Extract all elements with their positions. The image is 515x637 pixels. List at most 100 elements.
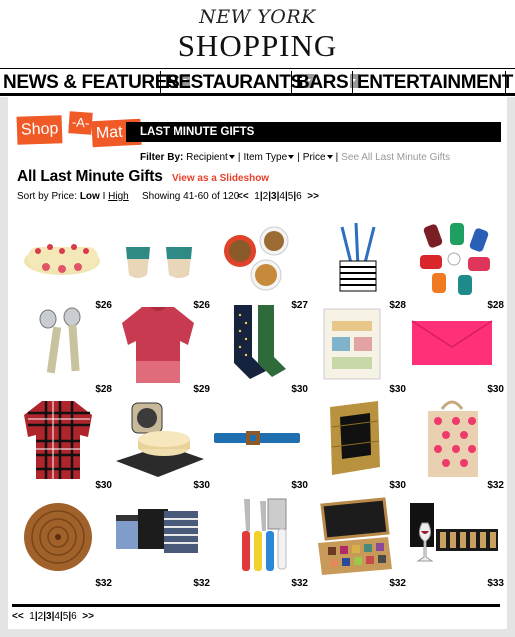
product-image bbox=[24, 401, 92, 479]
see-all-link[interactable]: See All Last Minute Gifts bbox=[341, 152, 450, 163]
product-tile[interactable]: $26 bbox=[112, 217, 210, 311]
product-price: $29 bbox=[193, 384, 210, 395]
pagination-bottom: << 1|2|3|4|5|6 >> bbox=[12, 611, 94, 622]
sort-separator: I bbox=[102, 191, 106, 202]
next-page-button[interactable]: >> bbox=[307, 191, 319, 202]
filter-price[interactable]: Price bbox=[303, 152, 333, 163]
nav-item-label: RESTAURANTS bbox=[165, 72, 303, 93]
product-tile[interactable]: $32 bbox=[112, 495, 210, 589]
page-link[interactable]: 5 bbox=[288, 191, 294, 202]
pagination-top: << 1|2|3|4|5|6 >> bbox=[237, 191, 319, 202]
product-price: $30 bbox=[291, 384, 308, 395]
product-tile[interactable]: $29 bbox=[112, 301, 210, 395]
product-image bbox=[411, 320, 493, 365]
product-price: $30 bbox=[389, 480, 406, 491]
nav-divider bbox=[352, 71, 353, 93]
product-price: $32 bbox=[95, 578, 112, 589]
prev-page-button[interactable]: << bbox=[12, 611, 24, 622]
product-tile[interactable]: $30 bbox=[14, 397, 112, 491]
sort-label: Sort by Price: bbox=[17, 191, 78, 202]
product-tile[interactable]: $30 bbox=[308, 301, 406, 395]
filter-recipient[interactable]: Recipient bbox=[186, 152, 235, 163]
product-image bbox=[330, 401, 380, 475]
logo-part: Shop bbox=[16, 115, 63, 145]
product-price: $28 bbox=[95, 384, 112, 395]
dropdown-icon bbox=[326, 155, 333, 160]
section-banner: LAST MINUTE GIFTS bbox=[126, 122, 501, 142]
product-tile[interactable]: $33 bbox=[406, 495, 504, 589]
product-image bbox=[234, 305, 286, 379]
next-page-button[interactable]: >> bbox=[82, 611, 94, 622]
product-tile[interactable]: $32 bbox=[308, 495, 406, 589]
nav-item-news-features[interactable]: NEWS & FEATURES bbox=[3, 72, 191, 93]
product-image bbox=[126, 247, 192, 278]
sort-high[interactable]: High bbox=[108, 191, 129, 202]
product-image bbox=[339, 222, 377, 292]
product-price: $32 bbox=[389, 578, 406, 589]
dropdown-icon bbox=[288, 155, 295, 160]
filter-option-label: Price bbox=[302, 152, 326, 163]
product-tile[interactable]: $30 bbox=[210, 301, 308, 395]
product-image bbox=[24, 244, 100, 275]
product-price: $32 bbox=[487, 480, 504, 491]
product-tile[interactable]: $27 bbox=[210, 217, 308, 311]
bottom-divider bbox=[12, 604, 500, 607]
page-link[interactable]: 2 bbox=[38, 611, 44, 622]
divider: | bbox=[297, 152, 300, 163]
product-tile[interactable]: $28 bbox=[406, 217, 504, 311]
product-tile[interactable]: $30 bbox=[112, 397, 210, 491]
product-tile[interactable]: $26 bbox=[14, 217, 112, 311]
product-price: $32 bbox=[291, 578, 308, 589]
divider: | bbox=[335, 152, 339, 163]
page-link[interactable]: 4 bbox=[54, 611, 60, 622]
product-image bbox=[24, 503, 92, 571]
divider: | bbox=[237, 152, 241, 163]
content-frame: Shop -A- Mat ic LAST MINUTE GIFTS Filter… bbox=[0, 97, 515, 637]
product-image bbox=[242, 498, 287, 571]
page-link[interactable]: 6 bbox=[71, 611, 77, 622]
slideshow-link[interactable]: View as a Slideshow bbox=[172, 173, 269, 184]
prev-page-button[interactable]: << bbox=[237, 191, 249, 202]
product-tile[interactable]: $30 bbox=[210, 397, 308, 491]
page-link[interactable]: 5 bbox=[63, 611, 69, 622]
page-link-current[interactable]: 3 bbox=[271, 191, 277, 202]
nav-item-label: BARS bbox=[296, 72, 349, 93]
page-link[interactable]: 4 bbox=[279, 191, 285, 202]
product-price: $30 bbox=[487, 384, 504, 395]
nav-item-entertainment[interactable]: ENTERTAINMENT bbox=[357, 72, 515, 93]
product-tile[interactable]: $30 bbox=[406, 301, 504, 395]
product-tile[interactable]: $30 bbox=[308, 397, 406, 491]
result-count: Showing 41-60 of 120 bbox=[142, 191, 240, 202]
page-link[interactable]: 1 bbox=[254, 191, 260, 202]
shop-panel: Shop -A- Mat ic LAST MINUTE GIFTS Filter… bbox=[8, 97, 507, 629]
nav-divider bbox=[160, 71, 161, 93]
page-link[interactable]: 1 bbox=[29, 611, 35, 622]
filter-item-type[interactable]: Item Type bbox=[243, 152, 295, 163]
product-image bbox=[410, 503, 498, 562]
brand-logo[interactable]: NEW YORK bbox=[0, 6, 515, 28]
nav-item-label: NEWS & FEATURES bbox=[3, 72, 180, 93]
nav-item-bars[interactable]: BARS bbox=[296, 72, 360, 93]
product-price: $32 bbox=[193, 578, 210, 589]
product-image bbox=[214, 431, 300, 445]
product-image bbox=[428, 400, 478, 477]
page-link[interactable]: 2 bbox=[263, 191, 269, 202]
product-tile[interactable]: $28 bbox=[14, 301, 112, 395]
sort-low[interactable]: Low bbox=[80, 191, 100, 202]
product-image bbox=[39, 307, 81, 374]
shop-a-matic-logo[interactable]: Shop -A- Mat ic bbox=[16, 111, 142, 168]
product-tile[interactable]: $32 bbox=[406, 397, 504, 491]
product-price: $33 bbox=[487, 578, 504, 589]
product-price: $30 bbox=[291, 480, 308, 491]
logo-part: -A- bbox=[68, 111, 94, 135]
sort-bar: Sort by Price: Low I High Showing 41-60 … bbox=[17, 191, 239, 202]
product-image bbox=[116, 402, 204, 477]
product-tile[interactable]: $32 bbox=[210, 495, 308, 589]
product-tile[interactable]: $28 bbox=[308, 217, 406, 311]
page-title: All Last Minute Gifts bbox=[17, 168, 163, 185]
product-image bbox=[420, 223, 490, 295]
product-tile[interactable]: $32 bbox=[14, 495, 112, 589]
page-link-current[interactable]: 3 bbox=[46, 611, 52, 622]
section-title[interactable]: SHOPPING bbox=[0, 28, 515, 64]
page-link[interactable]: 6 bbox=[296, 191, 302, 202]
